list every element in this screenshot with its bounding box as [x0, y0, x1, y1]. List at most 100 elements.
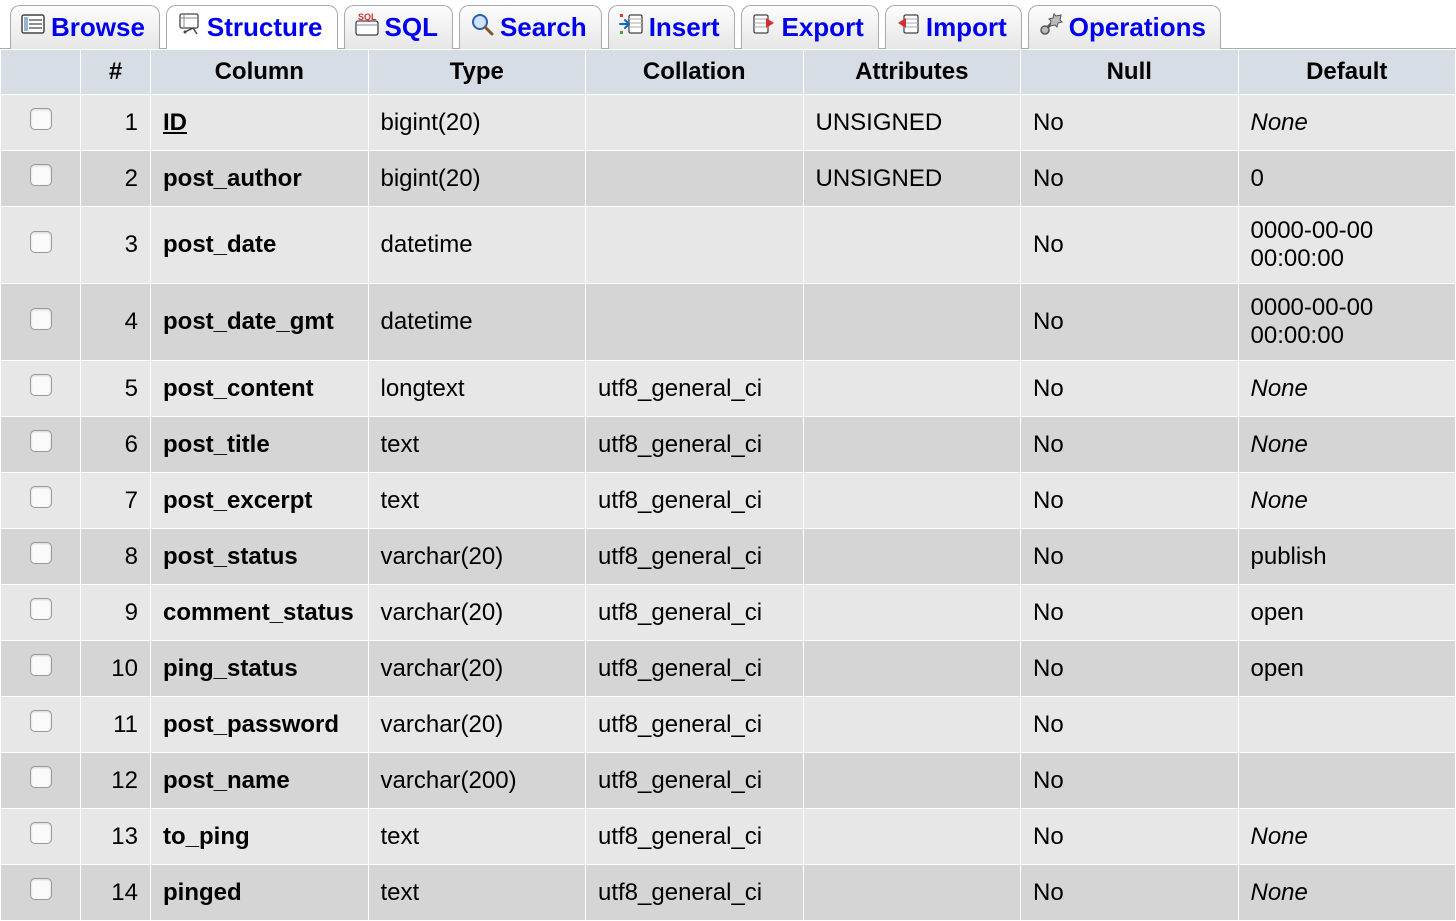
row-checkbox[interactable]: [30, 542, 52, 564]
row-checkbox[interactable]: [30, 486, 52, 508]
row-checkbox-cell: [1, 697, 81, 753]
cell-column[interactable]: ID: [151, 95, 369, 151]
cell-num: 9: [81, 585, 151, 641]
tab-insert[interactable]: Insert: [608, 5, 735, 49]
cell-collation: utf8_general_ci: [586, 417, 804, 473]
header-attributes[interactable]: Attributes: [803, 50, 1021, 95]
cell-collation: utf8_general_ci: [586, 641, 804, 697]
cell-num: 4: [81, 284, 151, 361]
row-checkbox[interactable]: [30, 878, 52, 900]
header-null[interactable]: Null: [1021, 50, 1239, 95]
row-checkbox[interactable]: [30, 108, 52, 130]
cell-column[interactable]: post_date_gmt: [151, 284, 369, 361]
header-default[interactable]: Default: [1238, 50, 1456, 95]
cell-num: 5: [81, 361, 151, 417]
structure-icon: [177, 12, 201, 43]
row-checkbox[interactable]: [30, 710, 52, 732]
tab-search[interactable]: Search: [459, 5, 602, 49]
export-icon: [752, 12, 776, 43]
cell-type: varchar(20): [368, 529, 586, 585]
row-checkbox[interactable]: [30, 598, 52, 620]
header-num[interactable]: #: [81, 50, 151, 95]
row-checkbox-cell: [1, 361, 81, 417]
cell-column[interactable]: post_excerpt: [151, 473, 369, 529]
row-checkbox-cell: [1, 151, 81, 207]
tab-label: Search: [500, 12, 587, 43]
cell-default: 0: [1238, 151, 1456, 207]
cell-collation: utf8_general_ci: [586, 809, 804, 865]
tab-operations[interactable]: Operations: [1028, 5, 1221, 49]
cell-default: open: [1238, 641, 1456, 697]
tab-export[interactable]: Export: [741, 5, 879, 49]
tab-browse[interactable]: Browse: [10, 5, 160, 49]
table-row: 6post_titletextutf8_general_ciNoNone: [1, 417, 1456, 473]
tab-import[interactable]: Import: [885, 5, 1022, 49]
row-checkbox[interactable]: [30, 766, 52, 788]
table-row: 11post_passwordvarchar(20)utf8_general_c…: [1, 697, 1456, 753]
cell-num: 13: [81, 809, 151, 865]
cell-num: 1: [81, 95, 151, 151]
cell-attributes: [803, 284, 1021, 361]
cell-null: No: [1021, 95, 1239, 151]
table-row: 9comment_statusvarchar(20)utf8_general_c…: [1, 585, 1456, 641]
cell-type: varchar(20): [368, 585, 586, 641]
cell-null: No: [1021, 207, 1239, 284]
cell-column[interactable]: ping_status: [151, 641, 369, 697]
cell-column[interactable]: post_content: [151, 361, 369, 417]
row-checkbox[interactable]: [30, 822, 52, 844]
cell-collation: [586, 207, 804, 284]
table-row: 7post_excerpttextutf8_general_ciNoNone: [1, 473, 1456, 529]
cell-type: longtext: [368, 361, 586, 417]
row-checkbox-cell: [1, 473, 81, 529]
cell-type: varchar(20): [368, 697, 586, 753]
cell-collation: utf8_general_ci: [586, 473, 804, 529]
row-checkbox-cell: [1, 284, 81, 361]
table-row: 8post_statusvarchar(20)utf8_general_ciNo…: [1, 529, 1456, 585]
cell-column[interactable]: post_status: [151, 529, 369, 585]
header-type[interactable]: Type: [368, 50, 586, 95]
cell-column[interactable]: post_title: [151, 417, 369, 473]
cell-collation: utf8_general_ci: [586, 361, 804, 417]
tab-sql[interactable]: SQL SQL: [344, 5, 453, 49]
cell-attributes: [803, 207, 1021, 284]
cell-column[interactable]: pinged: [151, 865, 369, 921]
cell-column[interactable]: to_ping: [151, 809, 369, 865]
tab-label: Browse: [51, 12, 145, 43]
row-checkbox[interactable]: [30, 374, 52, 396]
table-header-row: # Column Type Collation Attributes Null …: [1, 50, 1456, 95]
cell-type: text: [368, 473, 586, 529]
tab-label: SQL: [385, 12, 438, 43]
cell-column[interactable]: post_password: [151, 697, 369, 753]
row-checkbox[interactable]: [30, 308, 52, 330]
browse-icon: [21, 12, 45, 43]
row-checkbox[interactable]: [30, 430, 52, 452]
cell-column[interactable]: post_author: [151, 151, 369, 207]
cell-default: None: [1238, 361, 1456, 417]
cell-null: No: [1021, 753, 1239, 809]
cell-null: No: [1021, 473, 1239, 529]
svg-text:SQL: SQL: [358, 12, 377, 22]
cell-type: text: [368, 417, 586, 473]
cell-type: text: [368, 865, 586, 921]
tab-structure[interactable]: Structure: [166, 5, 338, 49]
cell-collation: utf8_general_ci: [586, 529, 804, 585]
cell-column[interactable]: comment_status: [151, 585, 369, 641]
row-checkbox[interactable]: [30, 654, 52, 676]
header-column[interactable]: Column: [151, 50, 369, 95]
row-checkbox-cell: [1, 641, 81, 697]
cell-attributes: UNSIGNED: [803, 95, 1021, 151]
tab-label: Export: [782, 12, 864, 43]
tab-label: Import: [926, 12, 1007, 43]
table-row: 3post_datedatetimeNo0000-00-00 00:00:00: [1, 207, 1456, 284]
cell-num: 8: [81, 529, 151, 585]
row-checkbox[interactable]: [30, 231, 52, 253]
cell-column[interactable]: post_name: [151, 753, 369, 809]
cell-collation: [586, 95, 804, 151]
header-collation[interactable]: Collation: [586, 50, 804, 95]
row-checkbox[interactable]: [30, 164, 52, 186]
cell-collation: [586, 151, 804, 207]
cell-default: None: [1238, 865, 1456, 921]
cell-num: 3: [81, 207, 151, 284]
cell-column[interactable]: post_date: [151, 207, 369, 284]
tab-label: Operations: [1069, 12, 1206, 43]
